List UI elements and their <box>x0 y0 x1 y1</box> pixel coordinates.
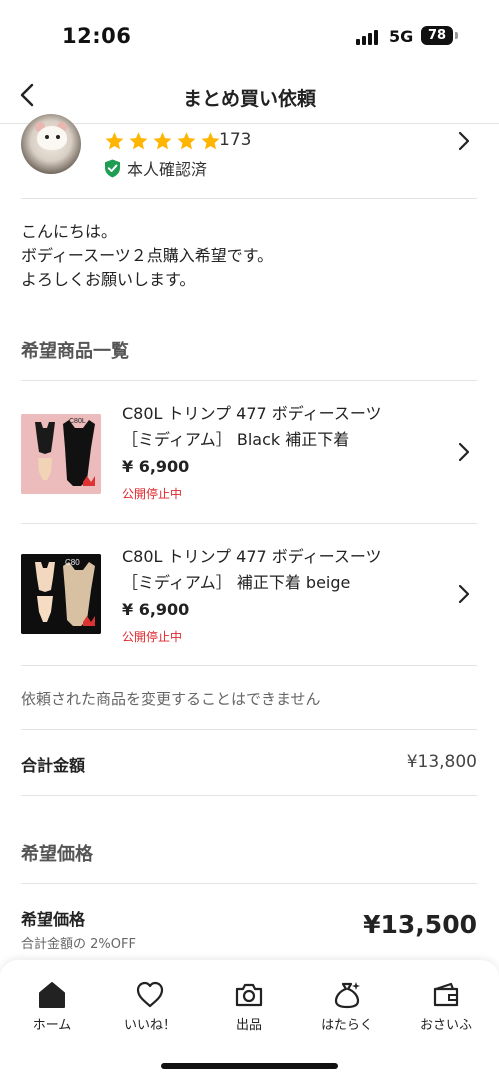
desired-price-subtext: 合計金額の 2%OFF <box>21 937 136 952</box>
chevron-right-icon <box>458 584 470 604</box>
item-price: ¥ 6,900 <box>122 457 190 476</box>
divider <box>21 665 477 666</box>
tab-home[interactable]: ホーム <box>7 980 97 1036</box>
items-section-heading: 希望商品一覧 <box>21 341 129 362</box>
item-title-line: C80L トリンプ 477 ボディースーツ <box>122 404 382 423</box>
bodysuit-image-icon: C80 <box>21 554 101 634</box>
total-label: 合計金額 <box>21 756 86 775</box>
divider <box>21 883 477 884</box>
star-icon <box>153 132 172 150</box>
star-icon <box>201 132 220 150</box>
signal-icon <box>356 29 382 45</box>
item-title: C80L トリンプ 477 ボディースーツ ［ミディアム］ Black 補正下着 <box>122 401 432 453</box>
tab-label: いいね！ <box>123 1018 176 1033</box>
svg-text:C80: C80 <box>65 558 80 567</box>
verified-label: 本人確認済 <box>127 160 208 179</box>
chevron-right-icon <box>458 442 470 462</box>
tab-sell[interactable]: 出品 <box>204 980 294 1036</box>
nav-bar: まとめ買い依頼 <box>0 70 499 124</box>
chevron-right-icon <box>458 131 470 151</box>
tab-bar: ホーム いいね！ 出品 はたらく おさいふ <box>0 960 499 1080</box>
network-label: 5G <box>389 27 414 46</box>
desired-price-value: ¥13,500 <box>363 910 477 939</box>
item-title-line: ［ミディアム］ 補正下着 beige <box>122 573 351 592</box>
item-thumbnail: C80 <box>21 554 101 634</box>
item-row[interactable]: C80L C80L トリンプ 477 ボディースーツ ［ミディアム］ Black… <box>0 381 499 523</box>
rating-count: 173 <box>219 130 252 150</box>
star-icon <box>129 132 148 150</box>
verified-badge: 本人確認済 <box>104 156 207 180</box>
request-message: こんにちは。 ボディースーツ２点購入希望です。 よろしくお願いします。 <box>21 220 477 292</box>
tab-label: ホーム <box>32 1018 72 1033</box>
tab-work[interactable]: はたらく <box>302 980 392 1036</box>
shield-check-icon <box>105 159 120 177</box>
home-indicator <box>161 1063 338 1069</box>
tab-likes[interactable]: いいね！ <box>105 980 195 1036</box>
item-title-line: ［ミディアム］ Black 補正下着 <box>122 430 350 449</box>
item-status: 公開停止中 <box>122 630 183 644</box>
item-thumbnail: C80L <box>21 414 101 494</box>
tab-label: はたらく <box>321 1018 373 1033</box>
heart-icon <box>136 981 164 1008</box>
desired-price-label: 希望価格 <box>21 910 86 929</box>
item-row[interactable]: C80 C80L トリンプ 477 ボディースーツ ［ミディアム］ 補正下着 b… <box>0 524 499 666</box>
seller-profile-row[interactable]: 173 本人確認済 <box>0 114 499 199</box>
item-title-line: C80L トリンプ 477 ボディースーツ <box>122 547 382 566</box>
total-value: ¥13,800 <box>406 752 477 772</box>
item-price: ¥ 6,900 <box>122 600 190 619</box>
status-time: 12:06 <box>62 24 132 48</box>
camera-icon <box>235 983 263 1007</box>
item-title: C80L トリンプ 477 ボディースーツ ［ミディアム］ 補正下着 beige <box>122 544 432 596</box>
money-bag-icon <box>334 982 360 1009</box>
message-line: こんにちは。 <box>21 222 118 241</box>
svg-text:C80L: C80L <box>69 418 86 425</box>
bodysuit-image-icon: C80L <box>21 414 101 494</box>
avatar <box>21 114 81 174</box>
change-notice: 依頼された商品を変更することはできません <box>21 690 321 708</box>
home-icon <box>39 982 65 1008</box>
battery-tip <box>455 32 458 39</box>
battery-icon: 78 <box>421 26 453 45</box>
desired-section-heading: 希望価格 <box>21 844 93 865</box>
rating-stars <box>104 131 221 151</box>
status-bar: 12:06 5G 78 <box>0 0 499 70</box>
page-title: まとめ買い依頼 <box>182 88 316 110</box>
divider <box>21 729 477 730</box>
divider <box>21 198 477 199</box>
divider <box>21 795 477 796</box>
star-icon <box>177 132 196 150</box>
item-status: 公開停止中 <box>122 487 183 501</box>
tab-label: 出品 <box>235 1018 262 1033</box>
star-icon <box>105 132 124 150</box>
tab-wallet[interactable]: おさいふ <box>401 980 491 1036</box>
tab-label: おさいふ <box>419 1018 472 1033</box>
wallet-icon <box>433 982 459 1007</box>
message-line: よろしくお願いします。 <box>21 270 196 289</box>
message-line: ボディースーツ２点購入希望です。 <box>21 246 274 265</box>
